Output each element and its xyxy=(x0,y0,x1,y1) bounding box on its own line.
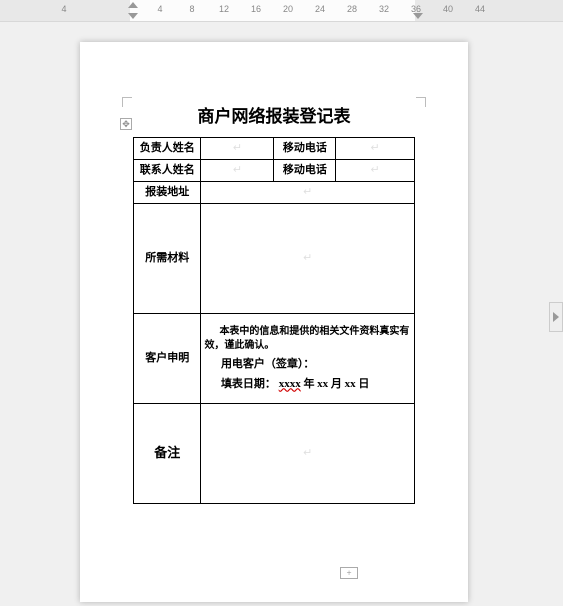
ruler-tick-label: 44 xyxy=(475,4,485,14)
table-row[interactable]: 备注 xyxy=(134,404,415,504)
left-indent-marker[interactable] xyxy=(128,13,138,19)
input-cell[interactable] xyxy=(201,160,274,182)
date-year: xxxx xyxy=(279,378,301,390)
table-row[interactable]: 负责人姓名 移动电话 xyxy=(134,138,415,160)
ruler-tick-label: 8 xyxy=(189,4,194,14)
horizontal-ruler[interactable]: 4 4 8 12 16 20 24 28 32 36 40 44 xyxy=(0,0,563,22)
signature-line: 用电客户（签章）： xyxy=(204,357,411,372)
label-cell[interactable]: 负责人姓名 xyxy=(134,138,201,160)
ruler-tick-label: 24 xyxy=(315,4,325,14)
ruler-tick-label: 4 xyxy=(157,4,162,14)
word-processor-view: 4 4 8 12 16 20 24 28 32 36 40 44 ✥ 商户网络报… xyxy=(0,0,563,606)
ruler-tick-label: 16 xyxy=(251,4,261,14)
label-cell[interactable]: 报装地址 xyxy=(134,182,201,204)
right-indent-marker[interactable] xyxy=(413,13,423,19)
label-cell[interactable]: 移动电话 xyxy=(274,160,336,182)
label-cell[interactable]: 客户申明 xyxy=(134,314,201,404)
registration-table[interactable]: 负责人姓名 移动电话 联系人姓名 移动电话 报装地址 xyxy=(133,137,415,504)
page[interactable]: ✥ 商户网络报装登记表 负责人姓名 移动电话 xyxy=(80,42,468,602)
input-cell[interactable] xyxy=(336,160,415,182)
ruler-tick-label: 20 xyxy=(283,4,293,14)
label-cell[interactable]: 移动电话 xyxy=(274,138,336,160)
label-cell[interactable]: 备注 xyxy=(134,404,201,504)
signature-label: 用电客户（签章）： xyxy=(221,358,315,370)
label-cell[interactable]: 所需材料 xyxy=(134,204,201,314)
table-row[interactable]: 客户申明 本表中的信息和提供的相关文件资料真实有效，谨此确认。 用电客户（签章）… xyxy=(134,314,415,404)
table-row[interactable]: 报装地址 xyxy=(134,182,415,204)
ruler-tick-label: 40 xyxy=(443,4,453,14)
document-canvas[interactable]: ✥ 商户网络报装登记表 负责人姓名 移动电话 xyxy=(0,22,563,606)
declaration-text: 本表中的信息和提供的相关文件资料真实有效，谨此确认。 xyxy=(204,325,411,353)
input-cell[interactable] xyxy=(336,138,415,160)
table-move-handle[interactable]: ✥ xyxy=(120,118,132,130)
table-row[interactable]: 联系人姓名 移动电话 xyxy=(134,160,415,182)
next-page-button[interactable] xyxy=(549,302,563,332)
table-row[interactable]: 所需材料 xyxy=(134,204,415,314)
document-title[interactable]: 商户网络报装登记表 xyxy=(133,102,415,127)
date-line: 填表日期： xxxx 年 xx 月 xx 日 xyxy=(204,377,411,392)
margin-corner-icon xyxy=(122,97,132,107)
input-cell[interactable] xyxy=(201,138,274,160)
ruler-tick-label: 28 xyxy=(347,4,357,14)
date-label: 填表日期： xyxy=(221,378,276,390)
margin-corner-icon xyxy=(416,97,426,107)
ruler-tick-label: 12 xyxy=(219,4,229,14)
table-resize-handle[interactable]: + xyxy=(340,567,358,579)
declaration-cell[interactable]: 本表中的信息和提供的相关文件资料真实有效，谨此确认。 用电客户（签章）： 填表日… xyxy=(201,314,415,404)
date-rest: 年 xx 月 xx 日 xyxy=(303,378,369,390)
input-cell[interactable] xyxy=(201,404,415,504)
ruler-tick-label: 32 xyxy=(379,4,389,14)
input-cell[interactable] xyxy=(201,182,415,204)
label-cell[interactable]: 联系人姓名 xyxy=(134,160,201,182)
first-line-indent-marker[interactable] xyxy=(128,2,138,8)
input-cell[interactable] xyxy=(201,204,415,314)
ruler-tick-label: 4 xyxy=(61,4,66,14)
